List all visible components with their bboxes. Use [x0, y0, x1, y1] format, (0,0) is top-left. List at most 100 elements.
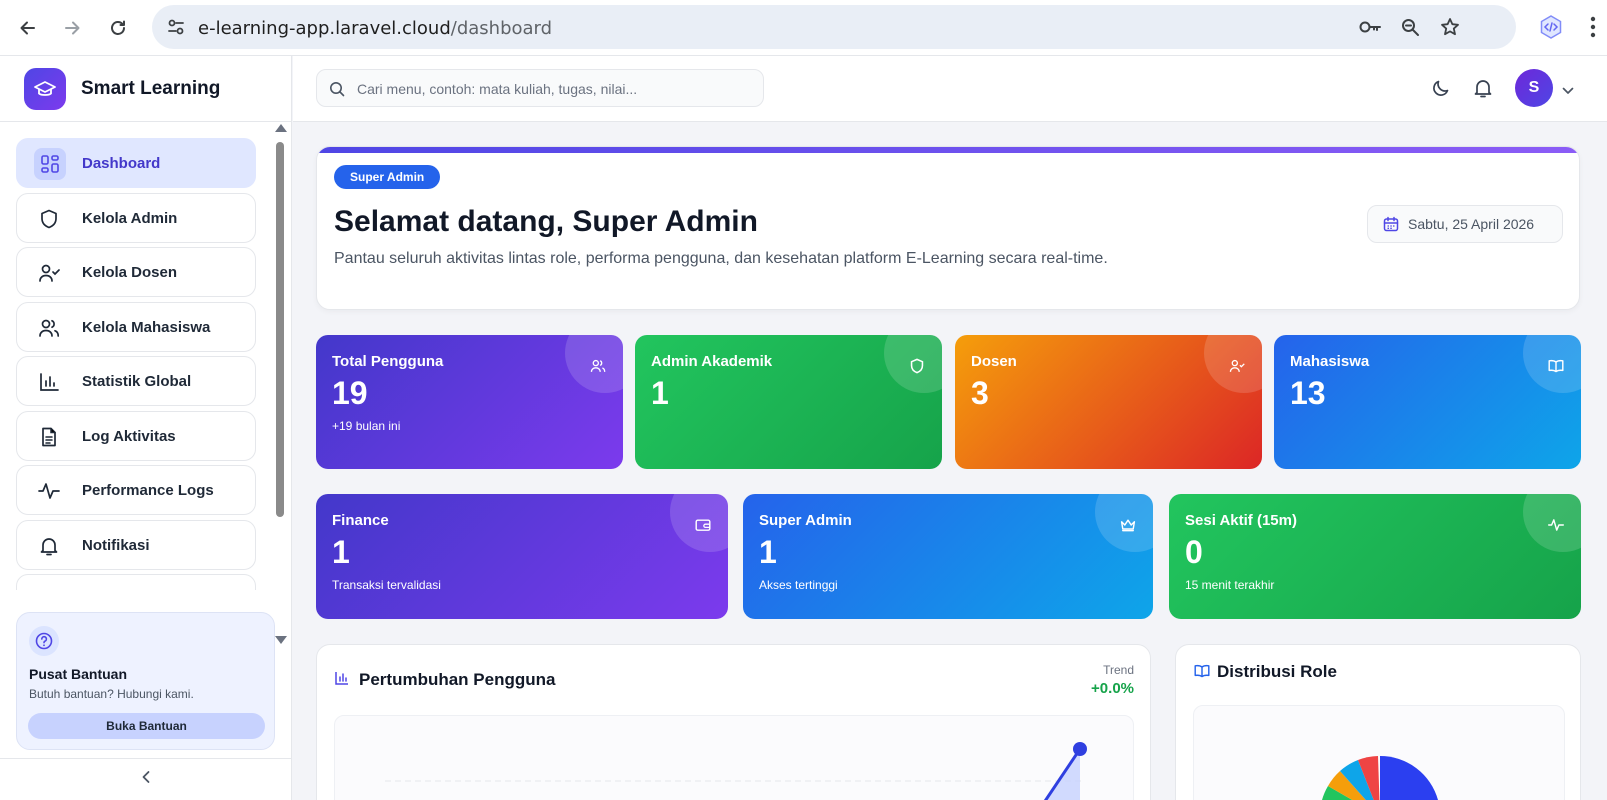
- stat-card-super-admin[interactable]: Super Admin 1 Akses tertinggi: [743, 494, 1153, 619]
- scrollbar-thumb[interactable]: [276, 142, 284, 517]
- chevron-down-icon[interactable]: [1562, 82, 1574, 100]
- sidebar-item-label: Log Aktivitas: [82, 427, 176, 445]
- sidebar-item-kelola-mahasiswa[interactable]: Kelola Mahasiswa: [16, 301, 256, 352]
- sidebar-item-dashboard[interactable]: Dashboard: [16, 138, 256, 188]
- scroll-down-arrow-icon[interactable]: [275, 636, 287, 644]
- role-badge: Super Admin: [334, 165, 441, 189]
- stat-label: Finance: [332, 512, 389, 529]
- growth-panel: Pertumbuhan Pengguna Trend +0.0%: [316, 644, 1151, 800]
- dark-mode-moon-icon[interactable]: [1431, 78, 1451, 103]
- topbar: S: [293, 56, 1607, 122]
- search-box[interactable]: [316, 69, 764, 107]
- collapse-sidebar-button[interactable]: [0, 758, 292, 800]
- stat-card-finance[interactable]: Finance 1 Transaksi tervalidasi: [316, 494, 728, 619]
- growth-chart-svg: [385, 742, 1087, 800]
- stat-card-admin-akademik[interactable]: Admin Akademik 1: [635, 335, 942, 469]
- stat-subtext: +19 bulan ini: [332, 419, 401, 433]
- stat-subtext: Transaksi tervalidasi: [332, 578, 441, 592]
- reload-icon[interactable]: [104, 14, 132, 42]
- sidebar-item-label: Kelola Mahasiswa: [82, 318, 211, 336]
- back-icon[interactable]: [14, 14, 42, 42]
- help-title: Pusat Bantuan: [29, 666, 128, 682]
- sidebar-item-kelola-dosen[interactable]: Kelola Dosen: [16, 247, 256, 297]
- sidebar: Smart Learning Dashboard Kelola Admin Ke…: [0, 56, 292, 800]
- wallet-icon: [692, 514, 714, 536]
- sidebar-item-statistik-global[interactable]: Statistik Global: [16, 356, 256, 406]
- sidebar-item-label: Performance Logs: [82, 482, 214, 499]
- sidebar-item-notifikasi[interactable]: Notifikasi: [16, 519, 256, 570]
- page-title: Selamat datang, Super Admin: [334, 205, 758, 238]
- crown-icon: [1117, 514, 1139, 536]
- site-info-icon[interactable]: [166, 17, 186, 42]
- calendar-icon: [1383, 216, 1399, 232]
- bookmark-star-icon[interactable]: [1440, 17, 1460, 42]
- stat-label: Sesi Aktif (15m): [1185, 512, 1297, 529]
- growth-title: Pertumbuhan Pengguna: [359, 670, 556, 689]
- search-input[interactable]: [357, 78, 757, 100]
- address-bar[interactable]: e-learning-app.laravel.cloud/dashboard: [152, 5, 1516, 49]
- stat-value: 19: [332, 375, 368, 411]
- stat-label: Admin Akademik: [651, 353, 773, 370]
- pie-slice-mahasiswa: [1380, 755, 1438, 800]
- url-path: /dashboard: [450, 18, 553, 39]
- trend-value: +0.0%: [1091, 680, 1134, 697]
- sidebar-item-label: Dashboard: [82, 155, 161, 172]
- sidebar-item-performance-logs[interactable]: Performance Logs: [16, 465, 256, 515]
- forward-icon[interactable]: [58, 14, 86, 42]
- open-help-button[interactable]: Buka Bantuan: [28, 713, 265, 739]
- book-open-icon: [1194, 664, 1210, 683]
- activity-icon: [1545, 514, 1567, 536]
- stat-subtext: 15 menit terakhir: [1185, 578, 1275, 592]
- welcome-card: Super Admin Selamat datang, Super Admin …: [316, 146, 1580, 310]
- book-open-icon: [1545, 355, 1567, 377]
- shield-icon: [906, 355, 928, 377]
- zoom-icon[interactable]: [1400, 17, 1420, 42]
- chevron-left-icon: [141, 770, 151, 789]
- stat-label: Super Admin: [759, 512, 852, 529]
- accent-line: [317, 147, 1579, 153]
- search-icon: [329, 81, 345, 102]
- stat-card-total-pengguna[interactable]: Total Pengguna 19 +19 bulan ini: [316, 335, 623, 469]
- sidebar-item-label: Kelola Admin: [82, 209, 178, 227]
- date-pill: Sabtu, 25 April 2026: [1367, 205, 1563, 243]
- stat-card-mahasiswa[interactable]: Mahasiswa 13: [1274, 335, 1581, 469]
- password-key-icon[interactable]: [1358, 17, 1382, 42]
- sidebar-item-label: Notifikasi: [82, 536, 150, 554]
- stat-card-dosen[interactable]: Dosen 3: [955, 335, 1262, 469]
- sidebar-item-partial[interactable]: [16, 574, 256, 590]
- stat-label: Mahasiswa: [1290, 353, 1370, 370]
- stat-subtext: Akses tertinggi: [759, 578, 838, 592]
- url-text: e-learning-app.laravel.cloud/dashboard: [198, 18, 552, 39]
- user-check-icon: [1226, 355, 1248, 377]
- stat-value: 13: [1290, 375, 1326, 411]
- distribution-title: Distribusi Role: [1217, 662, 1337, 681]
- sidebar-scrollbar[interactable]: [273, 124, 287, 644]
- activity-icon: [36, 479, 62, 503]
- brand[interactable]: Smart Learning: [0, 56, 292, 122]
- brand-name: Smart Learning: [81, 78, 221, 99]
- stat-label: Total Pengguna: [332, 353, 444, 370]
- stat-card-sesi-aktif[interactable]: Sesi Aktif (15m) 0 15 menit terakhir: [1169, 494, 1581, 619]
- sidebar-item-label: Kelola Dosen: [82, 264, 178, 281]
- url-host: e-learning-app.laravel.cloud: [198, 18, 451, 39]
- stat-value: 0: [1185, 534, 1203, 570]
- users-icon: [587, 355, 609, 377]
- shield-icon: [36, 207, 62, 231]
- extension-icon[interactable]: [1538, 14, 1564, 45]
- help-subtitle: Butuh bantuan? Hubungi kami.: [29, 687, 194, 701]
- sidebar-item-kelola-admin[interactable]: Kelola Admin: [16, 192, 256, 243]
- scroll-up-arrow-icon[interactable]: [275, 124, 287, 132]
- distribution-panel: Distribusi Role: [1175, 644, 1581, 800]
- current-date: Sabtu, 25 April 2026: [1408, 216, 1535, 232]
- role-pie-svg: [1322, 755, 1438, 800]
- sidebar-item-log-aktivitas[interactable]: Log Aktivitas: [16, 410, 256, 461]
- stat-value: 1: [759, 534, 777, 570]
- grid-icon: [34, 148, 66, 180]
- avatar[interactable]: S: [1515, 69, 1553, 107]
- bar-chart-icon: [36, 370, 62, 394]
- browser-menu-icon[interactable]: [1590, 16, 1596, 43]
- help-card: Pusat Bantuan Butuh bantuan? Hubungi kam…: [16, 612, 275, 750]
- bell-icon: [36, 534, 62, 558]
- sidebar-item-label: Statistik Global: [82, 373, 192, 390]
- notification-bell-icon[interactable]: [1473, 78, 1493, 103]
